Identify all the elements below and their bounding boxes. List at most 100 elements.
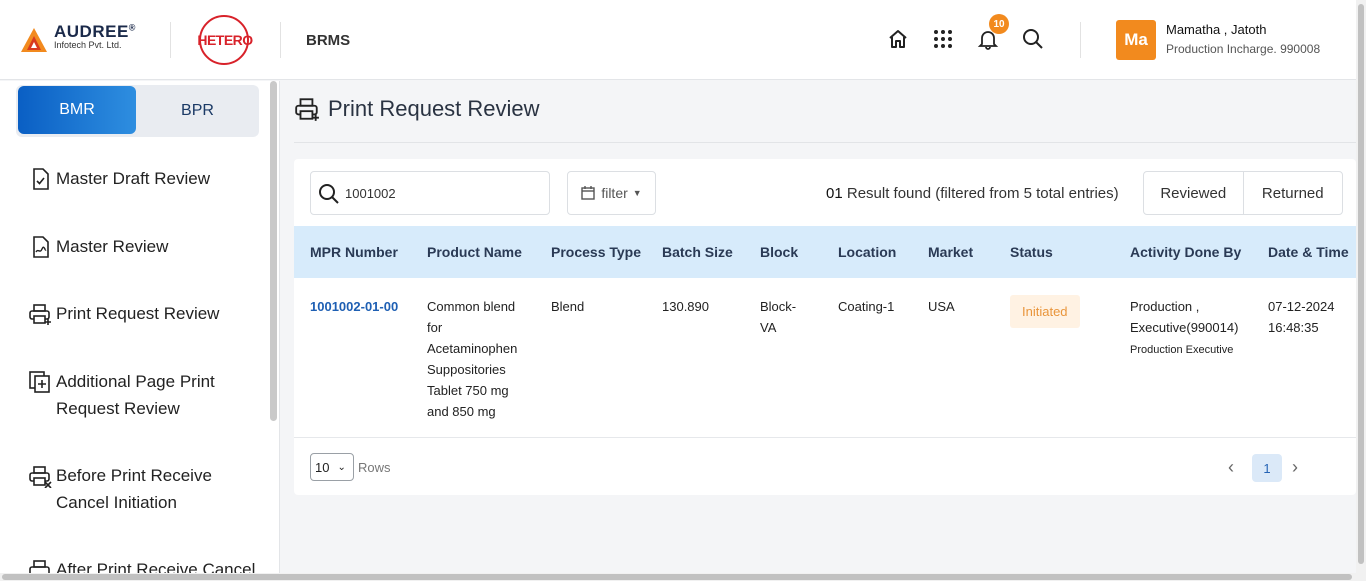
- document-check-icon: [33, 168, 49, 190]
- search-icon: [319, 184, 339, 204]
- block-line: Block-: [760, 299, 797, 314]
- column-header[interactable]: Location: [822, 226, 912, 278]
- sidebar-item-label: Master Review: [56, 237, 169, 256]
- column-header[interactable]: Status: [994, 226, 1114, 278]
- top-header: AUDREE® Infotech Pvt. Ltd. HETERO BRMS 1…: [0, 0, 1356, 80]
- filter-label: filter: [601, 185, 628, 201]
- column-header[interactable]: Process Type: [535, 226, 646, 278]
- printer-add-icon: [295, 98, 319, 121]
- mpr-number-link[interactable]: 1001002-01-00: [310, 299, 398, 314]
- location-cell: Coating-1: [838, 299, 895, 314]
- returned-button[interactable]: Returned: [1244, 172, 1343, 214]
- status-badge: Initiated: [1010, 295, 1080, 328]
- notification-badge: 10: [989, 14, 1009, 34]
- activity-line: Production ,: [1130, 299, 1200, 314]
- sidebar-item-label: Request Review: [56, 399, 180, 418]
- review-status-toggle: Reviewed Returned: [1143, 171, 1343, 215]
- sidebar-scrollbar[interactable]: [270, 81, 277, 421]
- column-header[interactable]: Block: [744, 226, 822, 278]
- block-cell: Block- VA: [744, 278, 822, 437]
- product-name-line: Suppositories: [427, 362, 506, 377]
- date-time-cell: 07-12-2024 16:48:35: [1252, 278, 1356, 437]
- product-name-line: Tablet 750 mg: [427, 383, 509, 398]
- sidebar-item-master-draft-review[interactable]: Master Draft Review: [28, 165, 210, 192]
- chevron-left-icon[interactable]: ‹: [1228, 457, 1234, 478]
- column-header[interactable]: Activity Done By: [1114, 226, 1252, 278]
- activity-line: Executive(990014): [1130, 320, 1239, 335]
- reviewed-button[interactable]: Reviewed: [1144, 172, 1244, 214]
- column-header[interactable]: Product Name: [411, 226, 535, 278]
- caret-down-icon: ▼: [632, 188, 642, 198]
- sidebar-item-label: Print Request Review: [56, 304, 220, 323]
- block-line: VA: [760, 320, 777, 335]
- market-cell: USA: [928, 299, 955, 314]
- header-divider: [280, 22, 281, 58]
- printer-cancel-icon: [29, 466, 52, 488]
- apps-grid-icon[interactable]: [930, 26, 956, 52]
- page-header: Print Request Review: [294, 96, 540, 122]
- sidebar-item-additional-page-print-request-review[interactable]: Additional Page Print Request Review: [28, 368, 215, 422]
- vertical-scrollbar-thumb[interactable]: [1358, 4, 1364, 564]
- table-header-row: MPR Number Product Name Process Type Bat…: [294, 226, 1356, 278]
- sidebar-item-label: Cancel Initiation: [56, 493, 177, 512]
- user-role: Production Incharge. 990008: [1166, 42, 1321, 56]
- product-name-cell: Common blend for Acetaminophen Supposito…: [411, 278, 535, 437]
- tab-bpr[interactable]: BPR: [136, 85, 259, 137]
- activity-done-by-cell: Production , Executive(990014) Productio…: [1114, 278, 1252, 437]
- results-card: 1001002 filter ▼ 01 Result found (filter…: [294, 159, 1356, 495]
- audree-logo-mark-icon: [21, 28, 47, 52]
- results-table: MPR Number Product Name Process Type Bat…: [294, 226, 1356, 438]
- horizontal-scrollbar-thumb[interactable]: [2, 574, 1352, 580]
- rows-label: Rows: [358, 460, 391, 475]
- avatar[interactable]: Ma: [1116, 20, 1156, 60]
- printer-add-icon: [29, 304, 51, 325]
- time-line: 16:48:35: [1268, 320, 1319, 335]
- sidebar-item-master-review[interactable]: Master Review: [28, 233, 168, 260]
- chevron-right-icon[interactable]: ›: [1292, 457, 1298, 478]
- sidebar-item-label: Before Print Receive: [56, 466, 212, 485]
- activity-role: Production Executive: [1130, 344, 1234, 356]
- header-divider: [1080, 22, 1081, 58]
- sidebar: BMR BPR Master Draft Review Master Revie…: [0, 81, 280, 581]
- sidebar-item-before-print-receive-cancel-initiation[interactable]: Before Print Receive Cancel Initiation: [28, 462, 212, 516]
- sidebar-item-print-request-review[interactable]: Print Request Review: [28, 300, 219, 327]
- date-line: 07-12-2024: [1268, 299, 1335, 314]
- product-name-line: and 850 mg: [427, 404, 496, 419]
- header-divider: [170, 22, 171, 58]
- calendar-icon: [581, 186, 596, 200]
- search-input[interactable]: 1001002: [310, 171, 550, 215]
- user-name: Mamatha , Jatoth: [1166, 22, 1267, 37]
- audree-logo[interactable]: AUDREE® Infotech Pvt. Ltd.: [20, 22, 136, 54]
- column-header[interactable]: Date & Time: [1252, 226, 1356, 278]
- process-type-cell: Blend: [551, 299, 585, 314]
- sidebar-item-label: Additional Page Print: [56, 372, 215, 391]
- page-title: Print Request Review: [328, 96, 540, 121]
- search-icon[interactable]: [1020, 26, 1046, 52]
- column-header[interactable]: Market: [912, 226, 994, 278]
- table-row[interactable]: 1001002-01-00 Common blend for Acetamino…: [294, 278, 1356, 437]
- rows-per-page-select[interactable]: 10 ⌄: [310, 453, 354, 481]
- product-name-line: Common blend: [427, 299, 516, 314]
- divider: [294, 142, 1356, 143]
- batch-size-cell: 130.890: [662, 299, 709, 314]
- client-logo-text: HETERO: [197, 32, 253, 48]
- page-button-current[interactable]: 1: [1252, 454, 1282, 482]
- result-summary: 01 Result found (filtered from 5 total e…: [826, 185, 1119, 202]
- chevron-down-icon: ⌄: [337, 461, 346, 473]
- sidebar-item-label: Master Draft Review: [56, 169, 210, 188]
- registered-mark: ®: [128, 22, 136, 33]
- product-name-line: Acetaminophen: [427, 341, 518, 356]
- column-header[interactable]: Batch Size: [646, 226, 744, 278]
- company-name: AUDREE: [54, 22, 129, 41]
- column-header[interactable]: MPR Number: [294, 226, 411, 278]
- result-count: 01: [826, 185, 843, 202]
- filter-button[interactable]: filter ▼: [567, 171, 656, 215]
- tab-bmr[interactable]: BMR: [18, 86, 136, 134]
- search-value: 1001002: [345, 186, 396, 201]
- document-signature-icon: [33, 236, 49, 258]
- result-text: Result found (filtered from 5 total entr…: [846, 185, 1119, 202]
- page-add-icon: [29, 371, 50, 393]
- home-icon[interactable]: [885, 26, 911, 52]
- record-type-tabs: BMR BPR: [16, 85, 259, 137]
- app-name: BRMS: [306, 32, 351, 49]
